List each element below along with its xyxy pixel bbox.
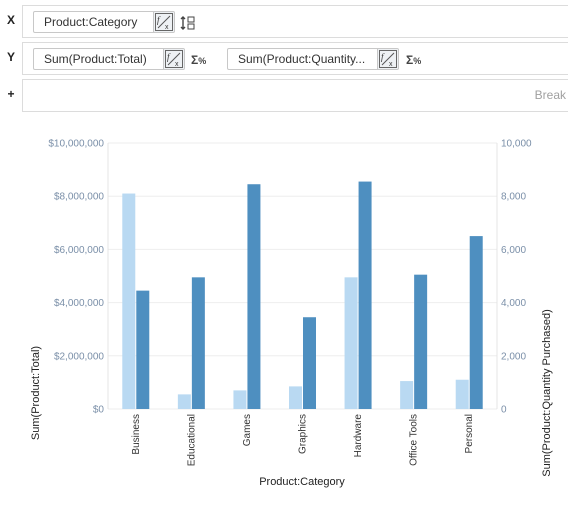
bar-chart: $0 $2,000,000 $4,000,000 $6,000,000 $8,000,0… [30,139,553,489]
function-edit-icon[interactable]: fx [153,12,174,32]
quantity-bar-hardware[interactable] [358,181,372,409]
sum-percent-icon[interactable]: Σ% [406,52,421,68]
category-label: Graphics [298,414,309,454]
break-shelf-dropzone[interactable]: Break [22,79,568,112]
quantity-bar-games[interactable] [247,184,261,409]
right-tick-label: 0 [501,405,507,416]
svg-text:f: f [157,15,161,25]
plus-shelf-letter[interactable]: + [0,77,22,111]
category-label: Business [131,414,142,455]
left-tick-label: $10,000,000 [48,139,104,150]
svg-text:x: x [165,24,169,31]
right-axis-title: Sum(Product:Quantity Purchased) [541,309,553,477]
x-axis-title: Product:Category [259,476,345,488]
right-tick-label: 6,000 [501,245,526,256]
category-label: Office Tools [409,414,420,466]
total-bar-educational[interactable] [177,394,191,409]
svg-text:f: f [167,52,171,62]
x-shelf-letter: X [6,13,15,27]
sort-icon[interactable] [180,15,196,31]
y-quantity-pill[interactable]: Sum(Product:Quantity... fx [227,48,399,70]
sum-percent-icon[interactable]: Σ% [191,52,206,68]
y-quantity-pill-label: Sum(Product:Quantity... [238,52,366,66]
total-bar-personal[interactable] [455,379,469,409]
quantity-bar-business[interactable] [136,290,150,409]
left-tick-label: $6,000,000 [54,245,104,256]
quantity-bar-office-tools[interactable] [414,274,428,409]
category-label: Games [242,414,253,446]
quantity-bar-personal[interactable] [469,236,483,409]
break-shelf: + Break [0,77,568,112]
svg-text:x: x [175,61,179,68]
category-label: Hardware [353,414,364,458]
x-category-pill[interactable]: Product:Category fx [33,11,175,33]
y-shelf: Y Sum(Product:Total) fx Σ% Sum(Product:Q… [0,40,568,75]
x-shelf-dropzone[interactable]: Product:Category fx [22,5,568,38]
left-axis-ticks: $0 $2,000,000 $4,000,000 $6,000,000 $8,000,0… [48,139,104,416]
left-axis-title: Sum(Product:Total) [30,346,42,440]
left-tick-label: $0 [93,405,105,416]
y-total-pill[interactable]: Sum(Product:Total) fx [33,48,185,70]
total-bar-business[interactable] [122,193,136,409]
category-labels: Business Educational Games Graphics Hardware… [131,414,475,467]
y-total-pill-label: Sum(Product:Total) [44,52,147,66]
grid-lines [107,142,498,410]
x-category-pill-label: Product:Category [44,15,138,29]
category-label: Personal [464,414,475,453]
svg-text:f: f [381,52,385,62]
y-shelf-dropzone[interactable]: Sum(Product:Total) fx Σ% Sum(Product:Qua… [22,42,568,75]
right-tick-label: 8,000 [501,192,526,203]
x-shelf: X Product:Category fx [0,3,568,38]
right-axis-ticks: 0 2,000 4,000 6,000 8,000 10,000 [501,139,532,416]
y-shelf-letter: Y [6,50,15,64]
left-tick-label: $2,000,000 [54,351,104,362]
svg-text:x: x [389,61,393,68]
bars [122,181,483,409]
break-label: Break [534,88,566,102]
total-bar-games[interactable] [233,390,247,409]
total-bar-graphics[interactable] [289,386,302,409]
function-edit-icon[interactable]: fx [163,49,184,69]
category-label: Educational [186,414,197,466]
right-tick-label: 10,000 [501,139,532,150]
quantity-bar-graphics[interactable] [303,317,316,409]
left-tick-label: $8,000,000 [54,192,104,203]
function-edit-icon[interactable]: fx [377,49,398,69]
total-bar-hardware[interactable] [344,277,358,409]
right-tick-label: 2,000 [501,351,526,362]
quantity-bar-educational[interactable] [191,277,205,409]
total-bar-office-tools[interactable] [400,381,414,409]
left-tick-label: $4,000,000 [54,298,104,309]
right-tick-label: 4,000 [501,298,526,309]
